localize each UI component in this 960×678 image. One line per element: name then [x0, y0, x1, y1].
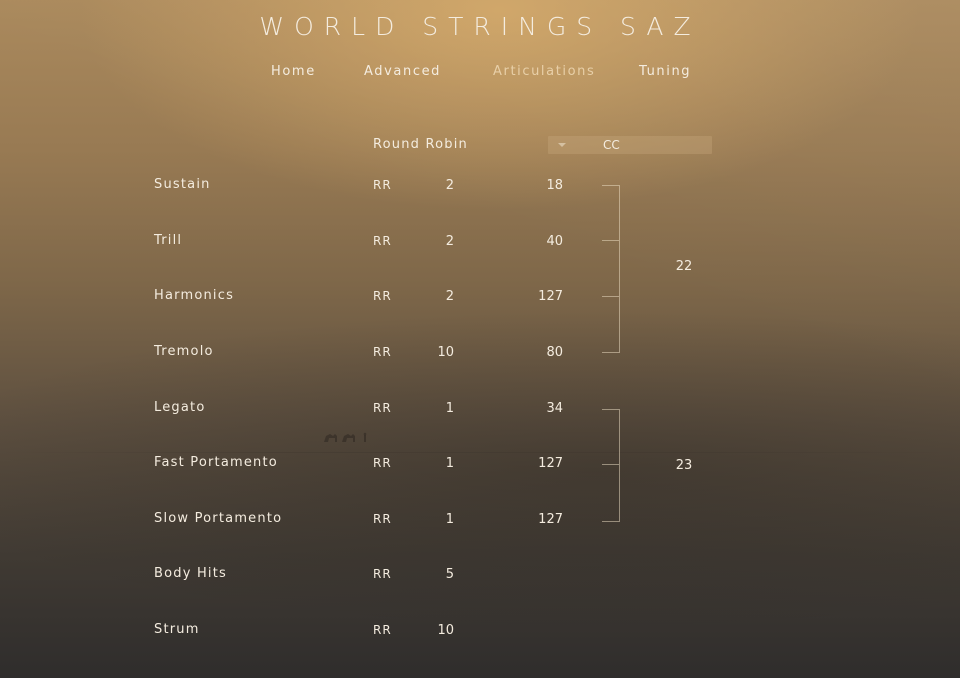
- app-title: WORLD STRINGS SAZ: [259, 12, 701, 41]
- rr-label: RR: [373, 623, 392, 637]
- articulation-name-legato: Legato: [154, 400, 206, 415]
- group-bracket-2: [602, 409, 620, 522]
- rr-label: RR: [373, 567, 392, 581]
- rr-value-trill[interactable]: 2: [430, 234, 454, 249]
- tab-advanced[interactable]: Advanced: [364, 64, 441, 79]
- bracket-tick: [602, 240, 619, 241]
- rr-label: RR: [373, 178, 392, 192]
- round-robin-header: Round Robin: [373, 137, 468, 152]
- rr-value-fast-portamento[interactable]: 1: [430, 456, 454, 471]
- rr-label: RR: [373, 234, 392, 248]
- bracket-tick: [602, 296, 619, 297]
- cc-value-tremolo[interactable]: 80: [530, 345, 563, 360]
- cc-value-legato[interactable]: 34: [530, 401, 563, 416]
- rr-value-strum[interactable]: 10: [430, 623, 454, 638]
- articulation-name-tremolo: Tremolo: [154, 344, 214, 359]
- cc-value-sustain[interactable]: 18: [530, 178, 563, 193]
- rr-label: RR: [373, 345, 392, 359]
- tab-tuning[interactable]: Tuning: [639, 64, 691, 79]
- horizon-line: [0, 452, 960, 453]
- caret-down-icon: [558, 143, 566, 147]
- rr-label: RR: [373, 456, 392, 470]
- rr-value-harmonics[interactable]: 2: [430, 289, 454, 304]
- rr-value-slow-portamento[interactable]: 1: [430, 512, 454, 527]
- rr-value-sustain[interactable]: 2: [430, 178, 454, 193]
- cc-value-slow-portamento[interactable]: 127: [530, 512, 563, 527]
- cc-value-harmonics[interactable]: 127: [530, 289, 563, 304]
- cc-mode-dropdown[interactable]: CC: [548, 136, 712, 154]
- tab-articulations[interactable]: Articulations: [493, 64, 595, 79]
- group-cc-value-1[interactable]: 22: [672, 259, 696, 274]
- articulation-name-body-hits: Body Hits: [154, 566, 228, 581]
- rr-label: RR: [373, 401, 392, 415]
- articulation-name-sustain: Sustain: [154, 177, 211, 192]
- articulation-name-harmonics: Harmonics: [154, 288, 235, 303]
- cc-value-fast-portamento[interactable]: 127: [530, 456, 563, 471]
- tab-home[interactable]: Home: [271, 64, 316, 79]
- background-haze: [0, 0, 960, 678]
- group-cc-value-2[interactable]: 23: [672, 458, 696, 473]
- articulation-name-strum: Strum: [154, 622, 200, 637]
- rr-value-legato[interactable]: 1: [430, 401, 454, 416]
- rr-value-body-hits[interactable]: 5: [430, 567, 454, 582]
- rr-value-tremolo[interactable]: 10: [430, 345, 454, 360]
- caravan-silhouette: [324, 432, 367, 442]
- cc-mode-label: CC: [603, 138, 620, 152]
- group-bracket-1: [602, 185, 620, 353]
- rr-label: RR: [373, 512, 392, 526]
- articulation-name-slow-portamento: Slow Portamento: [154, 511, 283, 526]
- articulation-name-fast-portamento: Fast Portamento: [154, 455, 278, 470]
- cc-value-trill[interactable]: 40: [530, 234, 563, 249]
- rr-label: RR: [373, 289, 392, 303]
- bracket-tick: [602, 464, 619, 465]
- articulation-name-trill: Trill: [154, 233, 183, 248]
